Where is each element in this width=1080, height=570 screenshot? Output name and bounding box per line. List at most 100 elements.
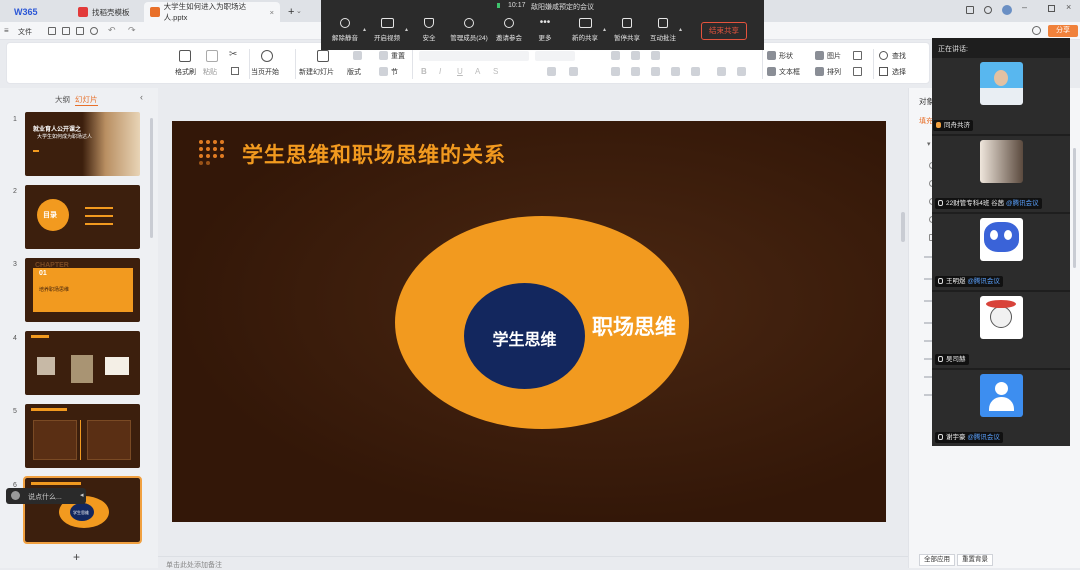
slide-scrollbar[interactable]	[901, 212, 905, 242]
chat-input-bubble[interactable]: 说点什么... ◂	[6, 488, 86, 504]
slide-thumbnail-4[interactable]	[25, 331, 140, 395]
cube-icon[interactable]	[984, 6, 992, 14]
layout-button[interactable]: 版式	[347, 67, 361, 77]
panel-scrollbar[interactable]	[1073, 148, 1076, 268]
speaker-tile[interactable]: 同舟共济	[932, 58, 1070, 134]
maximize-icon[interactable]	[1048, 5, 1055, 12]
tab-home[interactable]: W365	[8, 2, 44, 22]
from-current-button[interactable]: 当页开始	[251, 67, 279, 77]
outline-tab[interactable]: 大纲	[55, 94, 70, 105]
undo-icon[interactable]: ↶	[108, 25, 116, 36]
align-center-icon[interactable]	[631, 67, 640, 76]
highlight-icon[interactable]	[547, 67, 556, 76]
arrange-icon[interactable]	[815, 67, 824, 76]
copy-icon[interactable]	[231, 67, 239, 75]
speaker-tile[interactable]: 谢宇豪 @腾讯会议	[932, 370, 1070, 446]
annotate-button[interactable]: 互动批注	[643, 18, 683, 42]
end-share-button[interactable]: 结束共享	[701, 22, 747, 40]
image-button[interactable]: 图片	[827, 51, 841, 61]
search-icon[interactable]	[879, 51, 888, 60]
section-icon[interactable]	[379, 67, 388, 76]
reset-icon[interactable]	[379, 51, 388, 60]
window-layout-icon[interactable]	[966, 6, 974, 14]
play-icon[interactable]	[261, 50, 273, 62]
reset-background-button[interactable]: 重置背景	[957, 554, 993, 566]
line-spacing-icon[interactable]	[691, 67, 700, 76]
cut-icon[interactable]: ✂	[229, 49, 237, 60]
numbering-icon[interactable]	[631, 51, 640, 60]
align-left-icon[interactable]	[611, 67, 620, 76]
slide-thumbnail-2[interactable]: 目录	[25, 185, 140, 249]
paste-icon[interactable]	[206, 50, 218, 62]
underline-icon[interactable]: U	[457, 67, 463, 76]
indent-icon[interactable]	[651, 51, 660, 60]
format-painter-button[interactable]: 格式刷	[175, 67, 196, 77]
align-right-icon[interactable]	[651, 67, 660, 76]
bullets-icon[interactable]	[611, 51, 620, 60]
export-icon[interactable]	[62, 27, 70, 35]
save-icon[interactable]	[48, 27, 56, 35]
new-slide-button[interactable]: 新建幻灯片	[299, 67, 334, 77]
font-size-select[interactable]	[535, 51, 575, 61]
speaker-tile[interactable]: 王明煜 @腾讯会议	[932, 214, 1070, 290]
font-family-select[interactable]	[419, 51, 529, 61]
notes-area[interactable]: 单击此处添加备注	[158, 556, 908, 569]
select-button[interactable]: 选择	[892, 67, 906, 77]
more-button[interactable]: ••• 更多	[525, 18, 565, 43]
group-icon[interactable]	[853, 67, 862, 76]
image-icon[interactable]	[815, 51, 824, 60]
apply-all-button[interactable]: 全部应用	[919, 554, 955, 566]
tab-dropdown-icon[interactable]: ⌄	[296, 7, 302, 15]
fill-tab[interactable]: 填充	[919, 116, 933, 126]
pause-share-button[interactable]: 暂停共享	[607, 18, 647, 42]
text-effect-icon[interactable]	[569, 67, 578, 76]
thumbnail-scrollbar[interactable]	[150, 118, 153, 238]
menu-hamburger-icon[interactable]: ≡	[4, 26, 9, 35]
mic-options-caret-icon[interactable]: ▴	[363, 26, 366, 33]
print-icon[interactable]	[76, 27, 84, 35]
speaker-tile[interactable]: 22财管专科4班 谷茜 @腾讯会议	[932, 136, 1070, 212]
chat-collapse-icon[interactable]: ◂	[80, 491, 84, 499]
video-options-caret-icon[interactable]: ▴	[405, 26, 408, 33]
slide-thumbnail-1[interactable]: 就业育人公开课之 大学生如何成为职场达人	[25, 112, 140, 176]
shape-button[interactable]: 形状	[779, 51, 793, 61]
unmute-button[interactable]: 解除静音	[325, 18, 365, 42]
textbox-icon[interactable]	[767, 67, 776, 76]
speaker-tile[interactable]: 吴司赫	[932, 292, 1070, 368]
justify-icon[interactable]	[671, 67, 680, 76]
slides-tab[interactable]: 幻灯片	[75, 94, 98, 106]
text-direction-icon[interactable]	[717, 67, 726, 76]
slide-thumbnail-3[interactable]: CHAPTER 01 培养职场思维	[25, 258, 140, 322]
preview-icon[interactable]	[90, 27, 98, 35]
textbox-button[interactable]: 文本框	[779, 67, 800, 77]
reset-button[interactable]: 重置	[391, 51, 405, 61]
security-button[interactable]: 安全	[409, 18, 449, 42]
paste-button[interactable]: 粘贴	[203, 67, 217, 77]
emoji-icon[interactable]	[11, 491, 20, 500]
collapse-panel-icon[interactable]: ‹	[140, 92, 143, 102]
layout-icon[interactable]	[353, 51, 362, 60]
tab-template[interactable]: 找稻壳模板	[72, 2, 136, 22]
section-button[interactable]: 节	[391, 67, 398, 77]
close-window-icon[interactable]: ×	[1066, 2, 1071, 12]
cloud-sync-icon[interactable]	[1032, 26, 1041, 35]
find-button[interactable]: 查找	[892, 51, 906, 61]
slide-canvas[interactable]: 学生思维和职场思维的关系 职场思维 学生思维	[172, 121, 886, 522]
italic-icon[interactable]: I	[439, 67, 441, 76]
participants-button[interactable]: 管理成员(24)	[447, 18, 491, 42]
share-options-caret-icon[interactable]: ▴	[603, 26, 606, 33]
add-slide-button[interactable]: +	[73, 550, 80, 564]
redo-icon[interactable]: ↷	[128, 25, 136, 36]
minimize-icon[interactable]: –	[1022, 2, 1027, 12]
invite-button[interactable]: 邀请参会	[489, 18, 529, 42]
shape-icon[interactable]	[767, 51, 776, 60]
annotate-options-caret-icon[interactable]: ▴	[679, 26, 682, 33]
format-painter-icon[interactable]	[179, 50, 191, 62]
new-share-button[interactable]: 新的共享	[565, 18, 605, 42]
font-color-icon[interactable]: A	[475, 67, 480, 76]
user-avatar-icon[interactable]	[1002, 5, 1012, 15]
new-slide-icon[interactable]	[317, 50, 329, 62]
tab-document[interactable]: 大学生如何进入为职场达人.pptx ×	[144, 2, 280, 22]
slide-thumbnail-5[interactable]	[25, 404, 140, 468]
more-shapes-icon[interactable]	[853, 51, 862, 60]
